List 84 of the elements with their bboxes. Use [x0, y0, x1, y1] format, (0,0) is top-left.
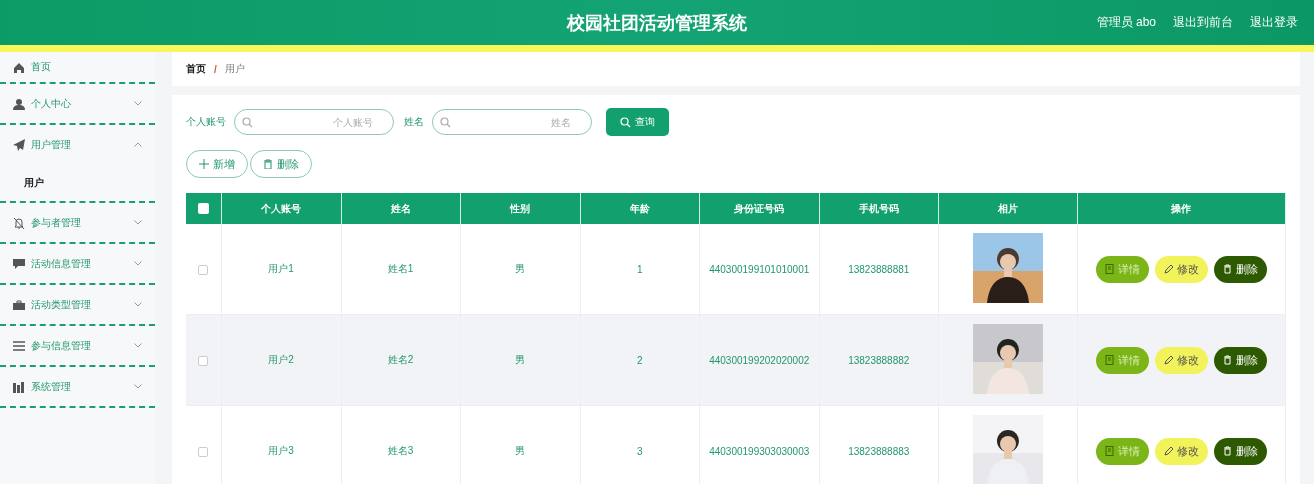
menu-item[interactable]: 用户管理: [0, 125, 155, 164]
table-cell: 440300199101010001: [709, 263, 810, 275]
person-icon: [13, 97, 25, 110]
detail-button[interactable]: 详情: [1095, 255, 1149, 283]
search-icon: [440, 117, 451, 128]
bar-chart-icon: [13, 380, 25, 393]
menu-item[interactable]: 首页: [0, 52, 155, 84]
column-header: 操作: [1171, 202, 1192, 214]
plus-icon: [199, 159, 209, 169]
table-cell: 2: [636, 354, 643, 366]
column-header: 年龄: [629, 202, 650, 214]
menu-item[interactable]: 活动信息管理: [0, 244, 155, 283]
table-cell: 男: [515, 445, 526, 456]
delete-button[interactable]: 删除: [1213, 437, 1267, 465]
column-header: 个人账号: [261, 202, 302, 214]
menu-item[interactable]: 参与者管理: [0, 203, 155, 242]
table-cell: 用户3: [268, 445, 294, 456]
pencil-icon: [1163, 264, 1174, 274]
menu-item[interactable]: 个人中心: [0, 84, 155, 123]
header-link[interactable]: 退出登录: [1250, 14, 1298, 31]
table-cell: 男: [515, 263, 526, 274]
edit-button[interactable]: 修改: [1154, 255, 1208, 283]
chat-icon: [13, 257, 25, 270]
table-cell: 姓名1: [387, 263, 414, 274]
app-title: 校园社团活动管理系统: [567, 12, 747, 33]
detail-button[interactable]: 详情: [1095, 437, 1149, 465]
list-icon: [13, 339, 25, 352]
document-icon: [1104, 355, 1115, 365]
edit-button[interactable]: 修改: [1154, 346, 1208, 374]
row-checkbox[interactable]: [198, 355, 209, 366]
breadcrumb-separator: /: [214, 63, 217, 75]
detail-button[interactable]: 详情: [1095, 346, 1149, 374]
pencil-icon: [1163, 355, 1174, 365]
search-icon: [620, 116, 631, 128]
search-field[interactable]: 个人账号: [234, 109, 394, 135]
submenu-item[interactable]: 用户: [0, 164, 155, 201]
table-cell: 13823888882: [848, 354, 910, 366]
trash-icon: [1222, 264, 1233, 274]
column-header: 姓名: [390, 202, 411, 214]
table-cell: 姓名2: [387, 354, 414, 365]
table-cell: 用户1: [268, 263, 294, 274]
menu-item[interactable]: 参与信息管理: [0, 326, 155, 365]
breadcrumb-link[interactable]: 首页: [186, 62, 206, 76]
table-cell: 用户2: [268, 354, 294, 365]
select-all-checkbox[interactable]: [197, 203, 209, 215]
edit-button[interactable]: 修改: [1154, 437, 1208, 465]
table-cell: 440300199202020002: [709, 354, 810, 366]
document-icon: [1104, 446, 1115, 456]
search-field[interactable]: 姓名: [432, 109, 592, 135]
document-icon: [1104, 264, 1115, 274]
table-cell: 3: [636, 445, 643, 457]
menu-item[interactable]: 活动类型管理: [0, 285, 155, 324]
delete-button[interactable]: 删除: [250, 150, 312, 178]
menu-item[interactable]: 系统管理: [0, 367, 155, 406]
table-cell: 男: [515, 354, 526, 365]
table-cell: 440300199303030003: [709, 445, 810, 457]
breadcrumb-current: 用户: [224, 62, 245, 76]
table-cell: 姓名3: [387, 445, 414, 456]
column-header: 性别: [510, 202, 531, 214]
field-label: 姓名: [404, 115, 424, 129]
trash-icon: [263, 159, 273, 169]
column-header: 身份证号码: [734, 202, 785, 214]
row-checkbox[interactable]: [198, 264, 209, 275]
search-button[interactable]: 查询: [606, 108, 669, 136]
column-header: 手机号码: [858, 202, 899, 214]
trash-icon: [1222, 446, 1233, 456]
table-cell: 1: [636, 263, 643, 275]
paper-plane-icon: [13, 138, 25, 151]
briefcase-icon: [13, 298, 25, 311]
header-link[interactable]: 退出到前台: [1173, 14, 1233, 31]
pencil-icon: [1163, 446, 1174, 456]
user-name: 管理员 abo: [1096, 14, 1156, 31]
field-label: 个人账号: [186, 115, 226, 129]
bell-off-icon: [13, 216, 25, 229]
search-icon: [242, 117, 253, 128]
add-button[interactable]: 新增: [186, 150, 248, 178]
column-header: 相片: [997, 202, 1018, 214]
table-cell: 13823888881: [848, 263, 910, 275]
table-cell: 13823888883: [848, 445, 910, 457]
delete-button[interactable]: 删除: [1213, 346, 1267, 374]
trash-icon: [1222, 355, 1233, 365]
house-icon: [13, 61, 25, 73]
row-checkbox[interactable]: [198, 446, 209, 457]
delete-button[interactable]: 删除: [1213, 255, 1267, 283]
